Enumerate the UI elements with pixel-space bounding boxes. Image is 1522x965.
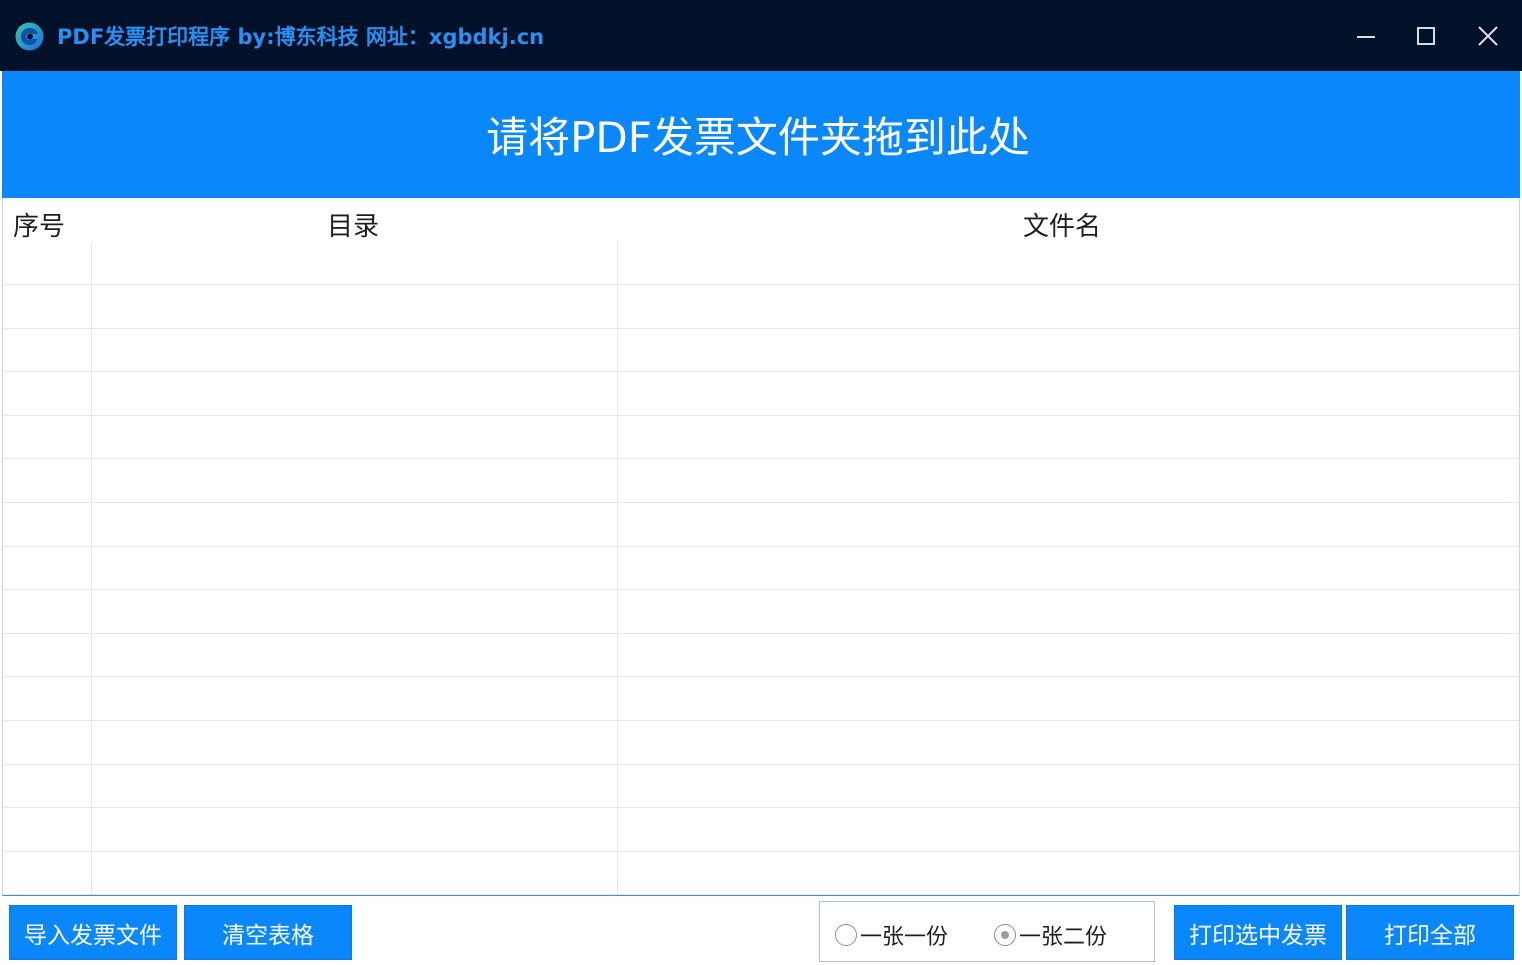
minimize-icon	[1357, 36, 1375, 38]
radio-two-copies[interactable]: 一张二份	[994, 919, 1107, 951]
window-title: PDF发票打印程序 by:博东科技 网址：xgbdkj.cn	[57, 25, 545, 49]
table-row	[3, 460, 1519, 503]
close-button[interactable]	[1466, 14, 1510, 58]
table-row	[3, 329, 1519, 373]
table-row	[3, 722, 1519, 765]
table-row	[3, 809, 1519, 852]
table-row	[3, 852, 1519, 895]
app-logo-icon	[15, 22, 44, 51]
table-body[interactable]	[3, 242, 1519, 895]
table-row	[3, 678, 1519, 721]
radio-checked-icon[interactable]	[994, 924, 1016, 946]
print-selected-button[interactable]: 打印选中发票	[1174, 905, 1342, 960]
table-row	[3, 547, 1519, 591]
drop-zone-label: 请将PDF发票文件夹拖到此处	[486, 113, 1030, 162]
radio-two-copies-label: 一张二份	[1019, 925, 1108, 950]
table-row	[3, 591, 1519, 634]
app-window: PDF发票打印程序 by:博东科技 网址：xgbdkj.cn 请将PDF发票文件…	[0, 0, 1522, 965]
maximize-icon	[1417, 27, 1435, 45]
print-all-button[interactable]: 打印全部	[1346, 905, 1514, 960]
radio-one-copy[interactable]: 一张一份	[835, 919, 948, 951]
invoice-table[interactable]: 序号 目录 文件名	[2, 198, 1520, 896]
table-row	[3, 416, 1519, 460]
column-divider	[617, 242, 618, 895]
minimize-button[interactable]	[1344, 14, 1388, 58]
table-row	[3, 504, 1519, 547]
drop-zone[interactable]: 请将PDF发票文件夹拖到此处	[2, 71, 1520, 198]
radio-unchecked-icon[interactable]	[835, 924, 857, 946]
import-invoice-button[interactable]: 导入发票文件	[9, 905, 177, 960]
table-row	[3, 286, 1519, 329]
column-divider	[91, 242, 92, 895]
copies-option-group: 一张一份 一张二份	[819, 901, 1155, 962]
table-row	[3, 242, 1519, 285]
title-bar[interactable]: PDF发票打印程序 by:博东科技 网址：xgbdkj.cn	[0, 0, 1522, 71]
column-header-directory[interactable]: 目录	[327, 206, 379, 243]
table-row	[3, 765, 1519, 809]
table-header: 序号 目录 文件名	[3, 198, 1519, 242]
table-row	[3, 634, 1519, 678]
close-icon	[1478, 26, 1498, 46]
column-header-filename[interactable]: 文件名	[1023, 206, 1101, 243]
column-header-index[interactable]: 序号	[13, 206, 65, 243]
clear-table-button[interactable]: 清空表格	[184, 905, 352, 960]
maximize-button[interactable]	[1404, 14, 1448, 58]
radio-one-copy-label: 一张一份	[860, 925, 949, 950]
table-row	[3, 373, 1519, 416]
